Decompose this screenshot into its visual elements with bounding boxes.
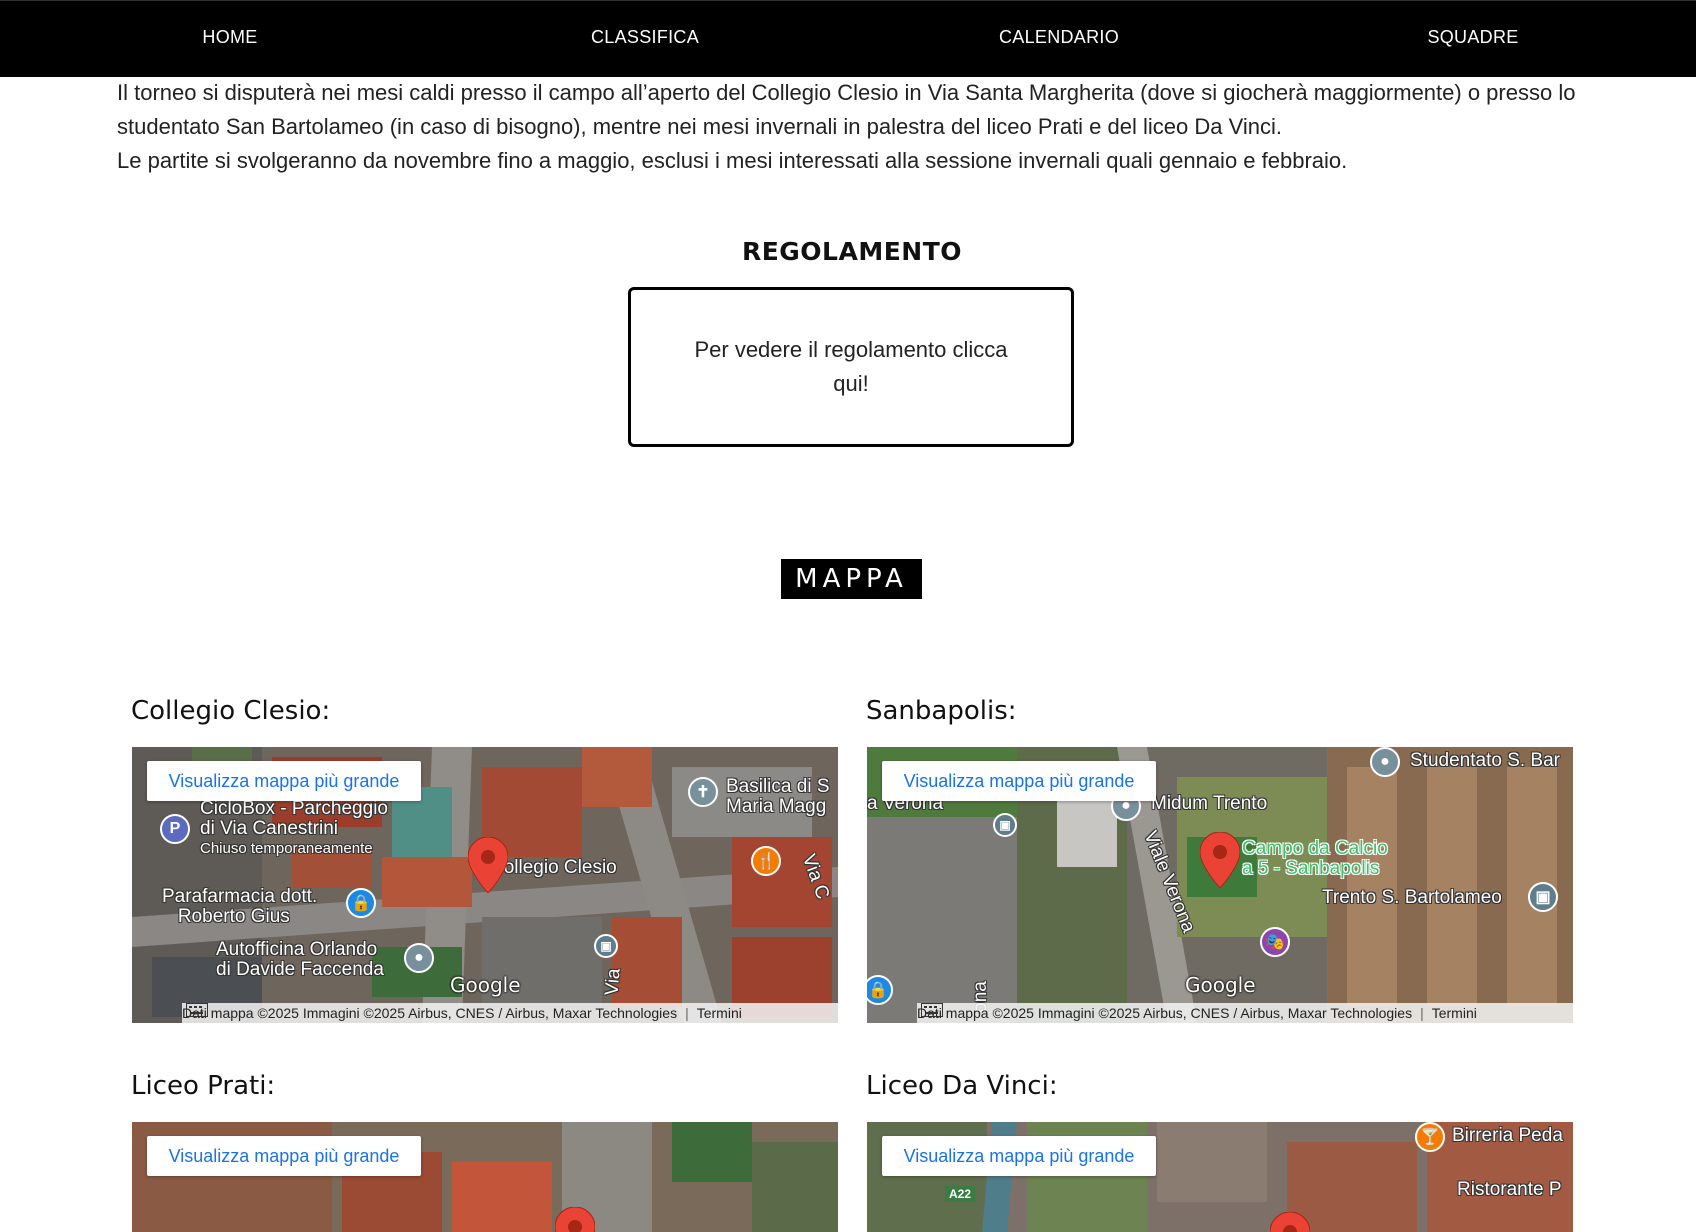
poi-closed-note: Chiuso temporaneamente xyxy=(200,840,373,857)
map-label-sanbapolis: Sanbapolis: xyxy=(866,696,1017,726)
map-attribution: Dati mappa ©2025 Immagini ©2025 Airbus, … xyxy=(917,1003,1573,1023)
generic-place-icon[interactable]: ● xyxy=(404,943,434,973)
map-pin-icon[interactable] xyxy=(468,837,508,893)
map-liceo-da-vinci[interactable]: Visualizza mappa più grande Birreria Ped… xyxy=(867,1122,1573,1232)
poi-studentato-label: Studentato S. Bar xyxy=(1410,750,1560,771)
map-pin-icon[interactable] xyxy=(1270,1212,1310,1232)
poi-trento-bartolameo-label: Trento S. Bartolameo xyxy=(1322,887,1502,908)
bus-stop-icon[interactable]: ▣ xyxy=(993,813,1017,837)
poi-autofficina-label: Autofficina Orlando di Davide Faccenda xyxy=(216,939,384,980)
poi-ciclobox-label: CicloBox - Parcheggio di Via Canestrini xyxy=(200,798,388,839)
google-logo: Google xyxy=(450,973,521,997)
keyboard-icon[interactable] xyxy=(921,1003,943,1017)
map-label-liceo-da-vinci: Liceo Da Vinci: xyxy=(866,1071,1058,1101)
poi-midum-label: Midum Trento xyxy=(1151,793,1268,814)
bus-stop-icon[interactable]: ▣ xyxy=(594,934,618,958)
intro-paragraph-2: Le partite si svolgeranno da novembre fi… xyxy=(117,148,1348,173)
view-larger-map-button[interactable]: Visualizza mappa più grande xyxy=(882,761,1156,801)
map-liceo-prati[interactable]: Visualizza mappa più grande xyxy=(132,1122,838,1232)
street-label-via: Via xyxy=(601,967,625,997)
generic-place-icon[interactable]: ● xyxy=(1370,747,1400,777)
mappa-heading: MAPPA xyxy=(781,559,922,599)
nav-home-link[interactable]: HOME xyxy=(202,27,257,48)
map-attribution: Dati mappa ©2025 Immagini ©2025 Airbus, … xyxy=(182,1003,838,1023)
attribution-text: Dati mappa ©2025 Immagini ©2025 Airbus, … xyxy=(182,1005,678,1021)
map-label-collegio-clesio: Collegio Clesio: xyxy=(131,696,331,726)
pin-label-collegio-clesio: Collegio Clesio xyxy=(490,857,617,878)
view-larger-map-button[interactable]: Visualizza mappa più grande xyxy=(147,1136,421,1176)
terms-link[interactable]: Termini xyxy=(697,1005,750,1021)
map-label-liceo-prati: Liceo Prati: xyxy=(131,1071,276,1101)
nav-calendario-link[interactable]: CALENDARIO xyxy=(999,27,1119,48)
poi-basilica-label: Basilica di S Maria Magg xyxy=(726,776,830,817)
poi-ristorante-label: Ristorante P xyxy=(1457,1179,1562,1200)
parking-icon[interactable]: P xyxy=(160,814,190,844)
map-pin-icon[interactable] xyxy=(1200,832,1240,888)
terms-link[interactable]: Termini xyxy=(1432,1005,1485,1021)
regolamento-link-box[interactable]: Per vedere il regolamento clicca qui! xyxy=(628,287,1074,447)
keyboard-icon[interactable] xyxy=(186,1003,208,1017)
view-larger-map-button[interactable]: Visualizza mappa più grande xyxy=(882,1136,1156,1176)
regolamento-link-text[interactable]: Per vedere il regolamento clicca qui! xyxy=(681,333,1021,401)
highway-shield-a22: A22 xyxy=(945,1186,976,1202)
attribution-separator: | xyxy=(1420,1005,1424,1021)
regolamento-heading: REGOLAMENTO xyxy=(741,237,963,266)
attribution-text: Dati mappa ©2025 Immagini ©2025 Airbus, … xyxy=(917,1005,1413,1021)
shop-icon[interactable]: 🔒 xyxy=(346,888,376,918)
nav-squadre-link[interactable]: SQUADRE xyxy=(1427,27,1518,48)
map-pin-icon[interactable] xyxy=(555,1207,595,1232)
church-icon[interactable]: ✝ xyxy=(688,777,718,807)
poi-parafarmacia-label: Parafarmacia dott. Roberto Gius xyxy=(162,886,318,927)
attribution-separator: | xyxy=(685,1005,689,1021)
map-collegio-clesio[interactable]: Visualizza mappa più grande CicloBox - P… xyxy=(132,747,838,1023)
google-logo: Google xyxy=(1185,973,1256,997)
map-sanbapolis[interactable]: Visualizza mappa più grande Studentato S… xyxy=(867,747,1573,1023)
restaurant-icon[interactable]: 🍴 xyxy=(751,846,781,876)
poi-birreria-label: Birreria Peda xyxy=(1452,1125,1563,1146)
bar-icon[interactable]: 🍸 xyxy=(1415,1122,1445,1152)
nav-classifica-link[interactable]: CLASSIFICA xyxy=(591,27,699,48)
intro-paragraph-1: Il torneo si disputerà nei mesi caldi pr… xyxy=(117,80,1576,139)
bus-station-icon[interactable]: ▣ xyxy=(1528,882,1558,912)
pin-label-sanbapolis: Campo da Calcio a 5 - Sanbapolis xyxy=(1242,838,1388,879)
view-larger-map-button[interactable]: Visualizza mappa più grande xyxy=(147,761,421,801)
theater-icon[interactable]: 🎭 xyxy=(1260,927,1290,957)
top-navbar: HOME CLASSIFICA CALENDARIO SQUADRE xyxy=(0,0,1696,77)
intro-text: Il torneo si disputerà nei mesi caldi pr… xyxy=(117,76,1597,178)
